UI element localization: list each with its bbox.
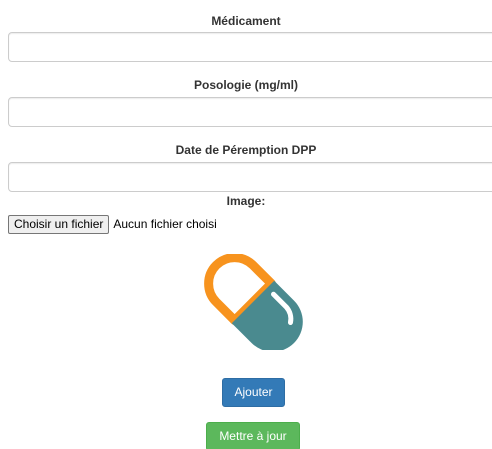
pill-teal-half [231, 280, 303, 350]
posologie-label: Posologie (mg/ml) [193, 78, 298, 92]
medication-form: Médicament Posologie (mg/ml) Date de Pér… [0, 0, 492, 449]
add-button[interactable]: Ajouter [222, 378, 285, 407]
file-status-text: Aucun fichier choisi [113, 217, 217, 231]
dpp-label: Date de Péremption DPP [175, 143, 317, 157]
update-button[interactable]: Mettre à jour [206, 422, 300, 449]
image-label: Image: [226, 194, 266, 208]
choose-file-button[interactable]: Choisir un fichier [8, 214, 110, 234]
file-picker: Choisir un fichier Aucun fichier choisi [8, 214, 217, 234]
medicament-label: Médicament [211, 14, 281, 28]
medicament-input[interactable] [8, 32, 492, 62]
pill-capsule-icon [204, 254, 303, 350]
page-heading-cropped [10, 0, 16, 4]
posologie-input[interactable] [8, 97, 492, 127]
dpp-input[interactable] [8, 162, 492, 192]
